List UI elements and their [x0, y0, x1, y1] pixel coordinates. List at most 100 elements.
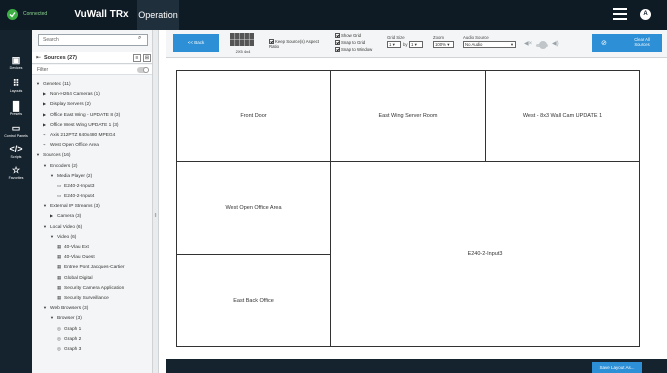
- caret-down-icon[interactable]: ▼: [50, 232, 57, 242]
- snap-grid-checkbox[interactable]: Snap to Grid: [335, 40, 365, 46]
- collapse-icon[interactable]: ⇤: [36, 54, 41, 61]
- grid-y-select[interactable]: 1 ▾: [409, 41, 423, 48]
- rail-item-layouts[interactable]: ⠿ Layouts: [0, 77, 32, 99]
- tree-item-label: Global Digital: [64, 275, 93, 281]
- rail-item-label: Presets: [9, 112, 23, 116]
- caret-right-icon[interactable]: ▶: [43, 120, 50, 130]
- tree-item[interactable]: ▼ Web Browsers (3): [32, 303, 152, 313]
- video-icon: ▦: [57, 254, 62, 260]
- back-button[interactable]: << Back: [173, 34, 219, 52]
- show-grid-checkbox[interactable]: Show Grid: [335, 33, 361, 39]
- save-layout-as-button[interactable]: Save Layout As...: [592, 362, 642, 373]
- rail-item-presets[interactable]: ▐▌ Presets: [0, 100, 32, 122]
- zone-east-wing-server-room[interactable]: East Wing Server Room: [330, 70, 486, 162]
- caret-down-icon[interactable]: ▼: [43, 303, 50, 313]
- zoom-select[interactable]: 100% ▾: [433, 41, 454, 48]
- drag-handle-icon[interactable]: ‖: [153, 213, 158, 223]
- zone-east-back-office[interactable]: East Back Office: [176, 254, 331, 347]
- tree-item[interactable]: ▶ Office West Wing UPDATE 1 (3): [32, 120, 152, 130]
- tile-view-icon[interactable]: ⊞: [143, 54, 151, 62]
- caret-right-icon[interactable]: ▶: [43, 110, 50, 120]
- caret-down-icon[interactable]: ▼: [43, 201, 50, 211]
- tree-item[interactable]: ▼ Local Video (6): [32, 222, 152, 232]
- rail-item-label: Control Panels: [4, 134, 28, 138]
- rail-item-favorites[interactable]: ☆ Favorites: [0, 164, 32, 186]
- tab-operation[interactable]: Operation: [137, 0, 179, 30]
- caret-down-icon[interactable]: ▼: [36, 150, 43, 160]
- caret-right-icon[interactable]: ▶: [43, 99, 50, 109]
- tree-item[interactable]: ▭ E240-2-Input3: [32, 181, 152, 191]
- tree-item-label: Non-H264 Cameras (1): [50, 92, 100, 98]
- tree-item[interactable]: ▦ 40-Vlau Ext: [32, 242, 152, 252]
- layout-canvas[interactable]: Front Door East Wing Server Room West - …: [176, 70, 640, 347]
- search-icon[interactable]: ⌕: [138, 35, 141, 42]
- monitor-icon: ▣: [11, 55, 21, 65]
- volume-knob[interactable]: [539, 41, 547, 49]
- tree-item[interactable]: ⌁ West Open Office Area: [32, 140, 152, 150]
- grid-icon: ⠿: [12, 78, 20, 88]
- tree-item-label: Media Player (2): [57, 173, 93, 179]
- grid-x-select[interactable]: 1 ▾: [387, 41, 401, 48]
- tree-item[interactable]: ▭ E240-2-Input4: [32, 191, 152, 201]
- star-icon: ☆: [11, 165, 21, 175]
- search-input[interactable]: Search: [38, 34, 148, 46]
- tree-item-label: Camera (3): [57, 214, 82, 220]
- tree-item[interactable]: ▼ External IP Streams (3): [32, 201, 152, 211]
- snap-window-label: Snap to Window: [341, 47, 373, 52]
- hamburger-menu-icon[interactable]: [613, 8, 627, 21]
- zone-west-open-office[interactable]: West Open Office Area: [176, 161, 331, 255]
- checkbox-checked-icon: [335, 33, 340, 39]
- tree-item[interactable]: ▼ Browser (3): [32, 313, 152, 323]
- tree-item[interactable]: ▶ Camera (3): [32, 211, 152, 221]
- user-avatar[interactable]: A: [640, 9, 651, 20]
- keep-aspect-label: Keep Source(s) Aspect Ratio: [269, 39, 319, 50]
- tree-item[interactable]: ⌁ Axis 212PTZ 640x480 MPEG4: [32, 130, 152, 140]
- clear-all-sources-button[interactable]: ⊘ Clear All Sources: [592, 34, 662, 52]
- tree-item[interactable]: ◎ Graph 1: [32, 324, 152, 334]
- tree-item[interactable]: ▦ 40-Vlau Ouest: [32, 252, 152, 262]
- rail-item-devices[interactable]: ▣ Devices: [0, 54, 32, 76]
- encoder-icon: ▭: [57, 193, 62, 199]
- caret-down-icon[interactable]: ▼: [36, 79, 43, 89]
- tree-item[interactable]: ▦ Security Camera Application: [32, 283, 152, 293]
- tree-item-label: Security Surveillance: [64, 295, 109, 301]
- caret-right-icon[interactable]: ▶: [43, 89, 50, 99]
- speaker-mute-icon[interactable]: ◀×: [524, 40, 532, 47]
- list-view-icon[interactable]: ≡: [133, 54, 141, 62]
- panel-splitter[interactable]: ‖: [153, 30, 159, 373]
- caret-down-icon[interactable]: ▼: [50, 171, 57, 181]
- tree-item[interactable]: ◎ Graph 2: [32, 334, 152, 344]
- tree-item-label: Office West Wing UPDATE 1 (3): [50, 122, 119, 128]
- tree-item[interactable]: ◎ Graph 3: [32, 344, 152, 354]
- tree-item[interactable]: ▦ Global Digital: [32, 273, 152, 283]
- caret-down-icon[interactable]: ▼: [43, 161, 50, 171]
- zone-west-wall-cam[interactable]: West - 8x3 Wall Cam UPDATE 1: [485, 70, 640, 162]
- top-bar: Connected VuWall TRx Operation A: [0, 0, 667, 30]
- rail-item-control-panels[interactable]: ▭ Control Panels: [0, 122, 32, 144]
- tree-item[interactable]: ▶ Non-H264 Cameras (1): [32, 89, 152, 99]
- filter-toggle[interactable]: [137, 67, 149, 73]
- rail-item-label: Devices: [9, 66, 23, 70]
- tree-item[interactable]: ▦ Security Surveillance: [32, 293, 152, 303]
- tree-item[interactable]: ▼ Media Player (2): [32, 171, 152, 181]
- tree-item[interactable]: ▦ Entree Pont Jacques-Cartier: [32, 262, 152, 272]
- tree-item[interactable]: ▶ Display Servers (2): [32, 99, 152, 109]
- speaker-icon[interactable]: ◀): [552, 40, 559, 47]
- tree-item[interactable]: ▼ Genetec (11): [32, 79, 152, 89]
- caret-right-icon[interactable]: ▶: [50, 211, 57, 221]
- rail-item-scripts[interactable]: </> Scripts: [0, 143, 32, 165]
- tree-item[interactable]: ▼ Video (6): [32, 232, 152, 242]
- audio-source-select[interactable]: No Audio ▾: [463, 41, 516, 48]
- zone-e240-input3[interactable]: E240-2-Input3: [330, 161, 640, 347]
- snap-window-checkbox[interactable]: Snap to Window: [335, 47, 373, 53]
- tree-item[interactable]: ▼ Encoders (2): [32, 161, 152, 171]
- zone-front-door[interactable]: Front Door: [176, 70, 331, 162]
- filter-label: Filter: [37, 67, 49, 73]
- globe-icon: ◎: [57, 345, 61, 351]
- caret-down-icon[interactable]: ▼: [43, 222, 50, 232]
- caret-down-icon[interactable]: ▼: [50, 313, 57, 323]
- checkbox-checked-icon: [269, 39, 274, 45]
- keep-aspect-checkbox[interactable]: Keep Source(s) Aspect Ratio: [269, 39, 329, 49]
- tree-item[interactable]: ▶ Office East Wing - UPDATE 8 (3): [32, 110, 152, 120]
- tree-item[interactable]: ▼ Sources (16): [32, 150, 152, 160]
